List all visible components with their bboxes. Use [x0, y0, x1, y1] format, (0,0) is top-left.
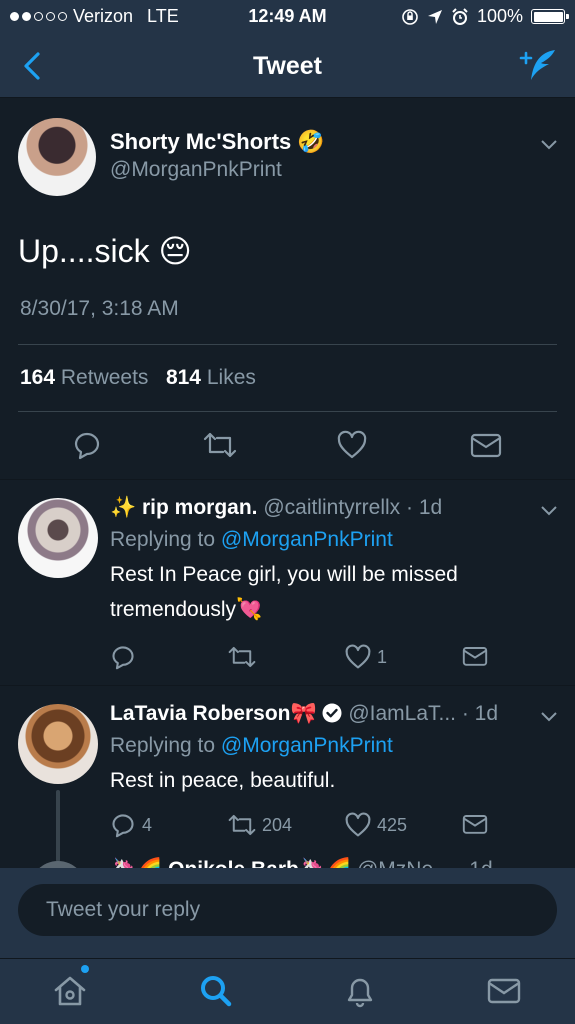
chevron-down-icon[interactable] [540, 710, 558, 722]
like-button[interactable]: 1 [345, 644, 387, 670]
replying-label: Replying to [110, 528, 216, 551]
orientation-lock-icon [402, 8, 418, 25]
avatar[interactable] [18, 498, 98, 578]
compose-tweet-icon[interactable] [517, 46, 559, 84]
retweets-count[interactable]: 164 [20, 366, 55, 389]
tab-bar [0, 958, 575, 1024]
reply-icon[interactable] [72, 430, 102, 460]
divider [18, 344, 557, 345]
reply-input[interactable]: Tweet your reply [18, 884, 557, 936]
location-icon [427, 9, 442, 24]
reply-author-name[interactable]: LaTavia Roberson🎀 [110, 702, 317, 725]
like-icon[interactable] [337, 430, 367, 460]
thread-line [56, 790, 60, 862]
avatar[interactable] [18, 118, 96, 196]
battery-percent: 100% [476, 6, 523, 26]
tweet-text: Up....sick 😔 [18, 233, 192, 269]
like-icon [345, 644, 371, 669]
reply-button[interactable] [110, 644, 142, 670]
like-button[interactable]: 425 [345, 812, 407, 838]
messages-icon[interactable] [486, 973, 522, 1009]
verified-badge-icon [322, 703, 342, 723]
nav-bar: Tweet [0, 34, 575, 98]
retweet-button[interactable] [228, 644, 262, 670]
reply-composer: Tweet your reply [0, 868, 575, 958]
like-count: 425 [377, 814, 408, 835]
replying-label: Replying to [110, 734, 216, 757]
reply-icon [112, 646, 134, 670]
reply-icon [112, 814, 134, 838]
reply-button[interactable]: 4 [110, 812, 152, 838]
home-icon[interactable] [52, 973, 88, 1009]
reply-tweet[interactable]: LaTavia Roberson🎀 @IamLaT... · 1d Replyi… [0, 686, 575, 917]
replying-to-link[interactable]: @MorganPnkPrint [221, 528, 393, 551]
reply-count: 4 [142, 814, 153, 835]
new-content-dot [81, 965, 89, 973]
notifications-icon[interactable] [342, 973, 378, 1009]
reply-author-name[interactable]: ✨ rip morgan. [110, 496, 258, 519]
reply-tweet[interactable]: ✨ rip morgan. @caitlintyrrellx · 1d Repl… [0, 480, 575, 686]
retweet-icon [228, 814, 256, 836]
reply-time: · 1d [406, 496, 443, 519]
reply-author-handle[interactable]: @IamLaT... [348, 702, 456, 725]
author-handle[interactable]: @MorganPnkPrint [110, 158, 282, 182]
reply-text: Rest In Peace girl, you will be missed t… [110, 563, 458, 621]
avatar[interactable] [18, 704, 98, 784]
likes-count[interactable]: 814 [166, 366, 201, 389]
share-icon[interactable] [470, 430, 502, 460]
retweets-label[interactable]: Retweets [61, 366, 149, 389]
share-icon[interactable] [462, 812, 488, 836]
reply-text: Rest in peace, beautiful. [110, 769, 336, 792]
tweet-timestamp: 8/30/17, 3:18 AM [20, 297, 179, 320]
reply-time: · 1d [461, 702, 499, 725]
page-title: Tweet [253, 52, 322, 80]
replying-to: Replying to @MorganPnkPrint [110, 528, 393, 552]
share-icon[interactable] [462, 644, 488, 668]
like-count: 1 [377, 646, 388, 667]
alarm-icon [452, 7, 468, 25]
like-icon [345, 812, 371, 837]
reply-author[interactable]: ✨ rip morgan. @caitlintyrrellx · 1d [110, 496, 442, 520]
search-icon[interactable] [198, 973, 234, 1009]
retweet-count: 204 [262, 814, 293, 835]
chevron-down-icon[interactable] [540, 504, 558, 516]
battery-icon [531, 9, 569, 24]
replying-to-link[interactable]: @MorganPnkPrint [221, 734, 393, 757]
retweet-icon[interactable] [203, 430, 237, 460]
reply-author[interactable]: LaTavia Roberson🎀 @IamLaT... · 1d [110, 702, 498, 726]
main-tweet: Shorty Mc'Shorts 🤣 @MorganPnkPrint Up...… [0, 98, 575, 480]
retweet-button[interactable]: 204 [228, 812, 292, 838]
tweet-stats: 164 Retweets 814 Likes [20, 366, 256, 390]
divider [18, 411, 557, 412]
likes-label[interactable]: Likes [207, 366, 256, 389]
status-right: 100% [401, 6, 569, 27]
author-name[interactable]: Shorty Mc'Shorts 🤣 [110, 129, 325, 155]
reply-author-handle[interactable]: @caitlintyrrellx [263, 496, 400, 519]
status-bar: Verizon LTE 12:49 AM 100% [0, 0, 575, 34]
retweet-icon [228, 646, 256, 668]
replying-to: Replying to @MorganPnkPrint [110, 734, 393, 758]
chevron-down-icon[interactable] [540, 138, 558, 150]
